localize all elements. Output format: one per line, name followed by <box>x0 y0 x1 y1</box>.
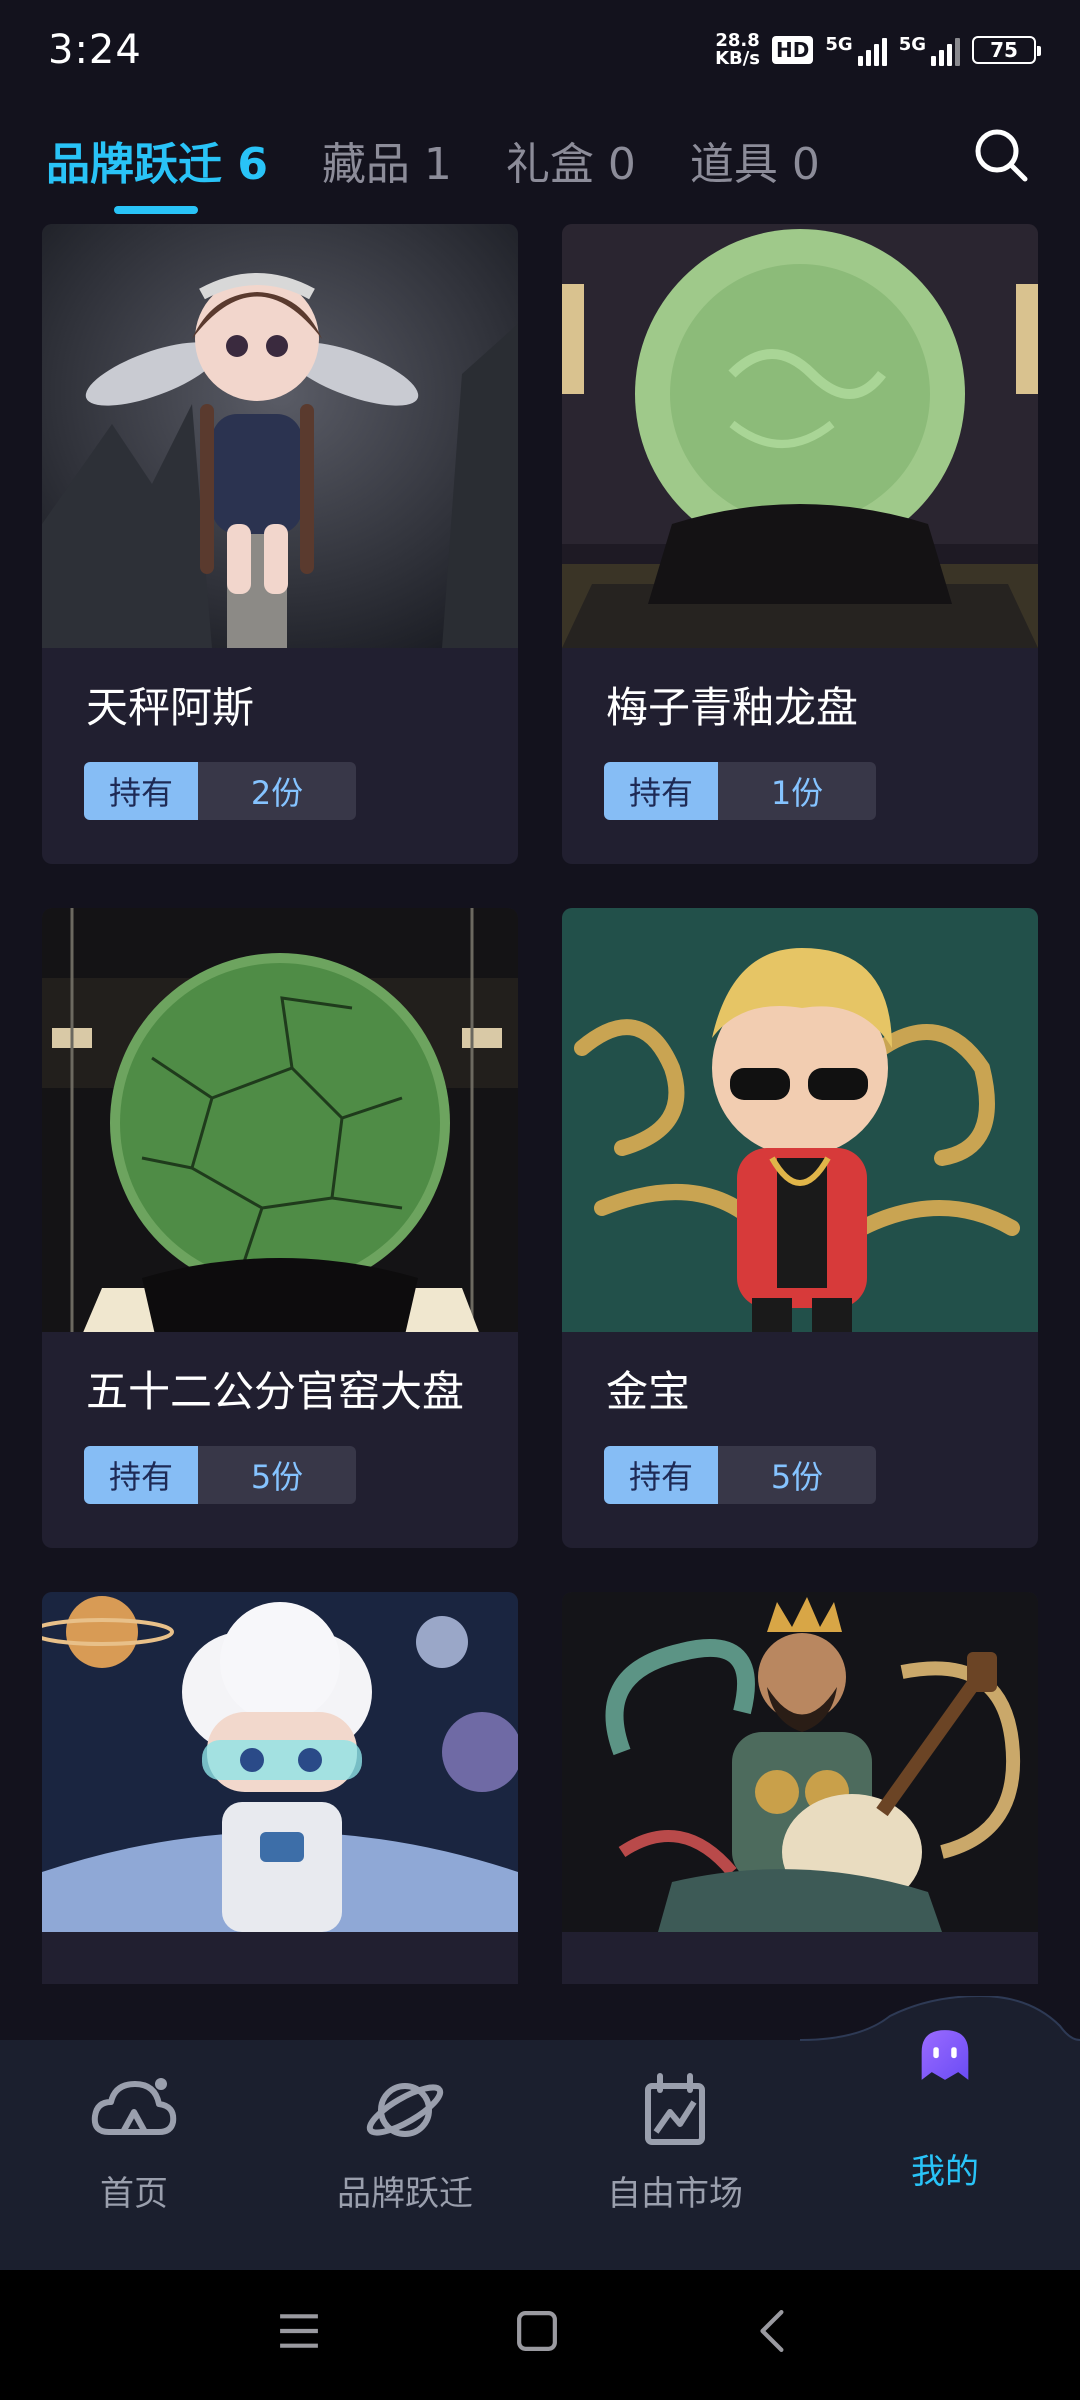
ghost-avatar-icon <box>921 2030 969 2080</box>
card-name: 梅子青釉龙盘 <box>606 683 859 732</box>
collection-grid: 天秤阿斯 持有 2份 梅子青釉龙盘 持有 1份 五十二公分官窑大盘 持有 5份 … <box>42 224 1038 1984</box>
nav-label: 自由市场 <box>607 2174 743 2214</box>
collection-card[interactable] <box>562 1592 1038 1984</box>
collection-card[interactable] <box>42 1592 518 1984</box>
tab-gift-boxes[interactable]: 礼盒 0 <box>506 120 636 200</box>
nav-brand-leap[interactable]: 品牌跃迁 <box>305 2072 505 2215</box>
hold-badge: 持有 5份 <box>84 1446 356 1504</box>
boy-sunglasses-icon <box>562 908 1038 1332</box>
menu-icon[interactable] <box>278 2310 320 2352</box>
card-name: 五十二公分官窑大盘 <box>86 1367 465 1416</box>
nav-label: 我的 <box>911 2152 979 2192</box>
hd-badge: HD <box>772 36 814 64</box>
doll-with-wings-icon <box>42 224 518 648</box>
warrior-pipa-icon <box>562 1592 1038 1984</box>
net-speed: 28.8 KB/s <box>715 32 760 68</box>
signal-icon: 5G <box>899 34 960 66</box>
hold-badge: 持有 2份 <box>84 762 356 820</box>
collection-card[interactable]: 金宝 持有 5份 <box>562 908 1038 1548</box>
status-time: 3:24 <box>48 27 142 73</box>
crackle-plate-icon <box>42 908 518 1332</box>
cloud-home-icon <box>91 2078 177 2135</box>
nav-free-market[interactable]: 自由市场 <box>575 2072 775 2215</box>
cloud-astronaut-icon <box>42 1592 518 1984</box>
nav-label: 首页 <box>100 2174 168 2214</box>
signal-label: 5G <box>898 34 926 55</box>
hold-badge: 持有 5份 <box>604 1446 876 1504</box>
green-dragon-plate-icon <box>562 224 1038 648</box>
signal-icon: 5G <box>825 34 887 66</box>
tab-props[interactable]: 道具 0 <box>690 120 820 200</box>
collection-card[interactable]: 梅子青釉龙盘 持有 1份 <box>562 224 1038 864</box>
home-icon[interactable] <box>516 2310 558 2352</box>
signal-label: 5G <box>825 34 853 55</box>
nav-home[interactable]: 首页 <box>34 2072 234 2215</box>
planet-icon <box>366 2083 444 2137</box>
hold-count: 5份 <box>198 1446 356 1504</box>
nav-mine[interactable]: 我的 <box>845 2020 1045 2193</box>
tab-brand-leap[interactable]: 品牌跃迁 6 <box>46 120 268 214</box>
hold-count: 2份 <box>198 762 356 820</box>
collection-card[interactable]: 五十二公分官窑大盘 持有 5份 <box>42 908 518 1548</box>
battery-icon: 75 <box>972 36 1041 64</box>
market-icon <box>645 2073 705 2145</box>
tab-collections[interactable]: 藏品 1 <box>322 120 452 200</box>
hold-label: 持有 <box>604 1446 718 1504</box>
category-tabs: 品牌跃迁 6 藏品 1 礼盒 0 道具 0 <box>0 110 1080 214</box>
status-indicators: 28.8 KB/s HD 5G 5G 75 <box>715 32 1041 68</box>
hold-label: 持有 <box>84 1446 198 1504</box>
hold-label: 持有 <box>84 762 198 820</box>
hold-count: 1份 <box>718 762 876 820</box>
collection-card[interactable]: 天秤阿斯 持有 2份 <box>42 224 518 864</box>
system-navigation-bar <box>0 2270 1080 2400</box>
card-name: 金宝 <box>606 1367 691 1416</box>
net-speed-unit: KB/s <box>715 48 761 69</box>
card-name: 天秤阿斯 <box>86 683 255 732</box>
battery-level: 75 <box>990 38 1018 62</box>
nav-label: 品牌跃迁 <box>337 2174 473 2214</box>
hold-label: 持有 <box>604 762 718 820</box>
hold-count: 5份 <box>718 1446 876 1504</box>
status-bar: 3:24 28.8 KB/s HD 5G 5G 75 <box>0 0 1080 100</box>
hold-badge: 持有 1份 <box>604 762 876 820</box>
search-icon[interactable] <box>972 126 1030 184</box>
back-icon[interactable] <box>752 2310 794 2352</box>
